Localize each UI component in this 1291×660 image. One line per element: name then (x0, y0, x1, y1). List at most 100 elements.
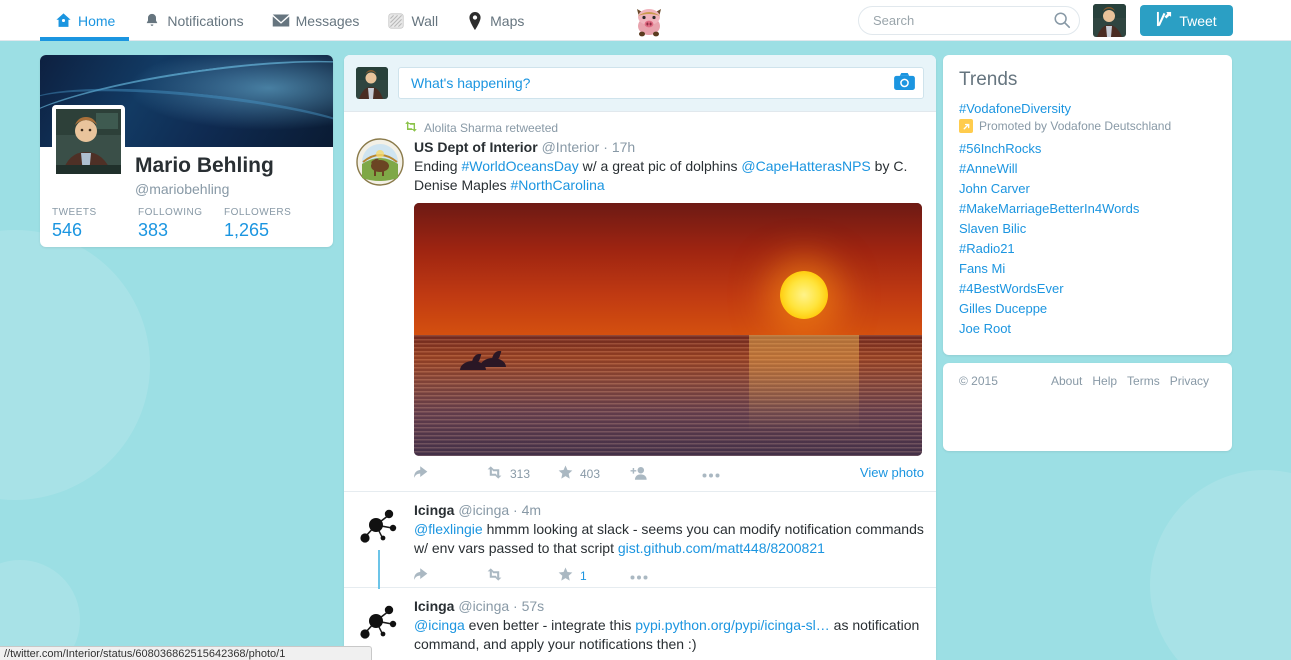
tweet-row: Icinga @icinga · 4m @flexlingie hmmm loo… (356, 501, 924, 585)
profile-sidebar: Mario Behling @mariobehling TWEETS 546 F… (40, 55, 333, 247)
reply-icon (414, 568, 430, 584)
tweet-author-name[interactable]: Icinga (414, 502, 454, 518)
ellipsis-icon (702, 467, 720, 481)
trend-item[interactable]: Joe Root (959, 319, 1216, 339)
photo-sun (779, 271, 828, 320)
retweet-context-label: Alolita Sharma retweeted (424, 121, 559, 135)
photo-sky (414, 203, 922, 335)
follow-button[interactable] (630, 466, 702, 483)
tweet-header: Icinga @icinga · 57s (414, 597, 924, 615)
tweet-header: US Dept of Interior @Interior · 17h (414, 138, 924, 156)
tweet-timestamp[interactable]: 57s (522, 598, 545, 614)
footer-link-terms[interactable]: Terms (1127, 374, 1160, 388)
search-icon (1053, 12, 1071, 32)
tweet-item[interactable]: Alolita Sharma retweeted US Dept of Inte… (344, 112, 936, 492)
tweet-author-name[interactable]: Icinga (414, 598, 454, 614)
footer-link-about[interactable]: About (1051, 374, 1082, 388)
stat-tweets[interactable]: TWEETS 546 (52, 207, 138, 241)
stat-following[interactable]: FOLLOWING 383 (138, 207, 224, 241)
tweet-separator: · (513, 502, 518, 518)
bell-icon (143, 12, 161, 30)
reply-button[interactable] (414, 568, 486, 584)
tweet-timestamp[interactable]: 4m (522, 502, 541, 518)
tweet-body: US Dept of Interior @Interior · 17h Endi… (414, 138, 924, 483)
tweet-entity-link[interactable]: @flexlingie (414, 521, 483, 537)
tweet-body: Icinga @icinga · 57s @icinga even better… (414, 597, 924, 654)
promoted-label-row: Promoted by Vodafone Deutschland (959, 119, 1216, 133)
retweet-button[interactable] (486, 568, 558, 584)
tweet-separator: · (513, 598, 518, 614)
stat-tweets-label: TWEETS (52, 207, 97, 218)
tweet-entity-link[interactable]: #NorthCarolina (511, 177, 605, 193)
background-circle-decoration (0, 230, 150, 500)
view-photo-link[interactable]: View photo (860, 465, 924, 480)
more-options-button[interactable] (630, 569, 702, 583)
add-photo-button[interactable] (894, 73, 915, 93)
camera-icon (894, 73, 915, 93)
account-avatar[interactable] (1093, 4, 1126, 37)
trends-panel: Trends #VodafoneDiversity Promoted by Vo… (943, 55, 1232, 355)
trend-item[interactable]: John Carver (959, 179, 1216, 199)
tweet-entity-link[interactable]: @icinga (414, 617, 465, 633)
tweet-button[interactable]: Tweet (1140, 5, 1233, 36)
nav-item-wall[interactable]: Wall (373, 0, 452, 41)
nav-item-messages[interactable]: Messages (258, 0, 374, 41)
reply-button[interactable] (414, 466, 486, 482)
footer-link-help[interactable]: Help (1092, 374, 1117, 388)
profile-avatar[interactable] (52, 105, 125, 178)
trend-item-promoted[interactable]: #VodafoneDiversity (959, 99, 1216, 119)
nav-item-home[interactable]: Home (40, 0, 130, 41)
footer-link-privacy[interactable]: Privacy (1170, 374, 1209, 388)
background-circle-decoration (0, 560, 80, 660)
tweet-author-handle[interactable]: @Interior (542, 139, 600, 155)
tweet-entity-link[interactable]: pypi.python.org/pypi/icinga-sl… (635, 617, 830, 633)
nav-item-maps[interactable]: Maps (452, 0, 538, 41)
tweet-timestamp[interactable]: 17h (612, 139, 635, 155)
copyright-text: © 2015 (959, 374, 998, 388)
tweet-entity-link[interactable]: @CapeHatterasNPS (741, 158, 870, 174)
profile-stats: TWEETS 546 FOLLOWING 383 FOLLOWERS 1,265 (52, 207, 322, 241)
search-input[interactable] (858, 6, 1080, 35)
boar-mascot-logo[interactable] (632, 4, 666, 38)
trend-item[interactable]: #56InchRocks (959, 139, 1216, 159)
tweet-author-name[interactable]: US Dept of Interior (414, 139, 538, 155)
tweet-author-handle[interactable]: @icinga (458, 598, 509, 614)
retweet-context: Alolita Sharma retweeted (404, 121, 924, 135)
trend-item[interactable]: Slaven Bilic (959, 219, 1216, 239)
trend-item[interactable]: #AnneWill (959, 159, 1216, 179)
tweet-entity-link[interactable]: gist.github.com/matt448/8200821 (618, 540, 825, 556)
tweet-author-handle[interactable]: @icinga (458, 502, 509, 518)
favorite-button[interactable]: 1 (558, 567, 630, 585)
tweet-item[interactable]: Icinga @icinga · 4m @flexlingie hmmm loo… (344, 492, 936, 589)
icinga-network-avatar[interactable] (356, 597, 404, 645)
favorite-count: 1 (580, 569, 587, 583)
icinga-network-avatar[interactable] (356, 501, 404, 549)
stat-following-value: 383 (138, 220, 169, 240)
tweet-text: Ending #WorldOceansDay w/ a great pic of… (414, 157, 924, 195)
search-button[interactable] (1052, 11, 1072, 31)
retweet-button[interactable]: 313 (486, 466, 558, 482)
tweet-separator: · (603, 139, 608, 155)
stat-tweets-value: 546 (52, 220, 83, 240)
stat-followers[interactable]: FOLLOWERS 1,265 (224, 207, 310, 241)
composer-avatar (356, 67, 388, 99)
footer-row: © 2015 About Help Terms Privacy (959, 374, 1216, 388)
tweet-item[interactable]: Icinga @icinga · 57s @icinga even better… (344, 588, 936, 660)
favorite-count: 403 (580, 467, 601, 481)
trend-item[interactable]: Fans Mi (959, 259, 1216, 279)
nav-item-maps-label: Maps (490, 12, 525, 29)
sunset-ocean-dolphins-photo[interactable] (414, 203, 922, 456)
trend-item[interactable]: Gilles Duceppe (959, 299, 1216, 319)
tweet-entity-link[interactable]: #WorldOceansDay (461, 158, 578, 174)
nav-item-messages-label: Messages (295, 12, 360, 29)
photo-dolphin (480, 358, 507, 368)
composer-input[interactable] (411, 75, 894, 91)
favorite-button[interactable]: 403 (558, 465, 630, 483)
more-options-button[interactable] (702, 467, 774, 481)
tweet-button-label: Tweet (1179, 12, 1217, 29)
doi-seal-avatar[interactable] (356, 138, 404, 186)
trend-item[interactable]: #MakeMarriageBetterIn4Words (959, 199, 1216, 219)
trend-item[interactable]: #Radio21 (959, 239, 1216, 259)
nav-item-notifications[interactable]: Notifications (129, 0, 257, 41)
trend-item[interactable]: #4BestWordsEver (959, 279, 1216, 299)
